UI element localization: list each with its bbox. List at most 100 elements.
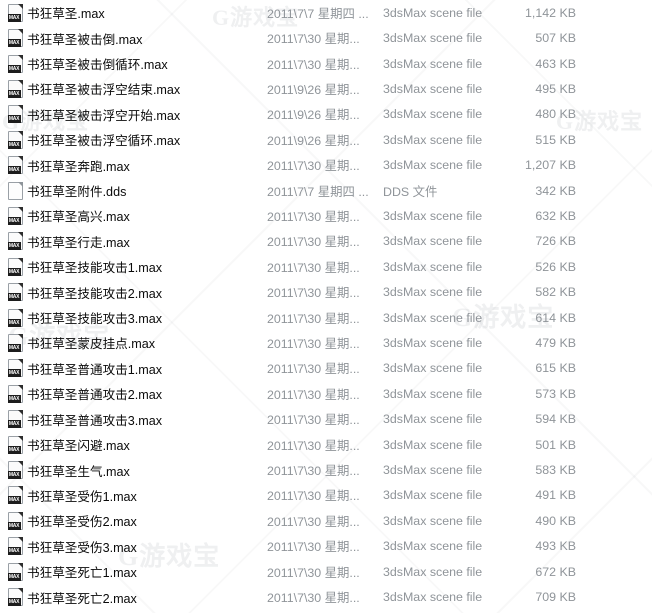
file-modified-date: 2011\7\30 星期... — [267, 565, 360, 580]
3dsmax-file-icon: MAX — [7, 156, 23, 175]
file-size: 632 KB — [535, 208, 576, 223]
file-size: 480 KB — [535, 107, 576, 122]
file-modified-date: 2011\7\30 星期... — [267, 489, 360, 504]
file-size: 583 KB — [535, 463, 576, 478]
file-icon-label: MAX — [7, 394, 21, 403]
file-row[interactable]: MAX 书狂草圣普通攻击3.max 2011\7\30 星期... 3dsMax sc… — [0, 407, 652, 432]
file-row[interactable]: MAX 书狂草圣奔跑.max 2011\7\30 星期... 3dsMax scene… — [0, 152, 652, 177]
file-icon-cell: MAX — [1, 410, 27, 429]
file-name: 书狂草圣蒙皮挂点.max — [27, 337, 156, 352]
file-icon-label: MAX — [7, 64, 21, 73]
file-name: 书狂草圣被击倒.max — [27, 32, 143, 47]
file-list[interactable]: MAX 书狂草圣.max 2011\7\7 星期四 ... 3dsMax scene … — [0, 0, 652, 613]
3dsmax-file-icon: MAX — [7, 537, 23, 556]
3dsmax-file-icon: MAX — [7, 29, 23, 48]
file-row[interactable]: MAX 书狂草圣高兴.max 2011\7\30 星期... 3dsMax scene… — [0, 203, 652, 228]
generic-file-icon — [7, 181, 23, 200]
file-size: 501 KB — [535, 437, 576, 452]
3dsmax-file-icon: MAX — [7, 308, 23, 327]
file-row[interactable]: MAX 书狂草圣受伤3.max 2011\7\30 星期... 3dsMax scen… — [0, 534, 652, 559]
file-row[interactable]: MAX 书狂草圣行走.max 2011\7\30 星期... 3dsMax scene… — [0, 229, 652, 254]
file-row[interactable]: MAX 书狂草圣普通攻击2.max 2011\7\30 星期... 3dsMax sc… — [0, 381, 652, 406]
file-icon-label: MAX — [7, 369, 21, 378]
file-size: 479 KB — [535, 335, 576, 350]
file-size: 491 KB — [535, 488, 576, 503]
file-row[interactable]: MAX 书狂草圣技能攻击3.max 2011\7\30 星期... 3dsMax sc… — [0, 305, 652, 330]
file-name: 书狂草圣受伤3.max — [27, 540, 137, 555]
file-size: 614 KB — [535, 310, 576, 325]
3dsmax-file-icon: MAX — [7, 54, 23, 73]
file-icon-cell: MAX — [1, 359, 27, 378]
file-icon-cell: MAX — [1, 130, 27, 149]
file-row[interactable]: MAX 书狂草圣死亡2.max 2011\7\30 星期... 3dsMax scen… — [0, 584, 652, 609]
file-modified-date: 2011\7\30 星期... — [267, 591, 360, 606]
file-size: 726 KB — [535, 234, 576, 249]
file-size: 672 KB — [535, 564, 576, 579]
3dsmax-file-icon: MAX — [7, 105, 23, 124]
3dsmax-file-icon: MAX — [7, 511, 23, 530]
file-modified-date: 2011\7\30 星期... — [267, 464, 360, 479]
file-row[interactable]: MAX 书狂草圣受伤1.max 2011\7\30 星期... 3dsMax scen… — [0, 483, 652, 508]
file-row[interactable]: MAX 书狂草圣生气.max 2011\7\30 星期... 3dsMax scene… — [0, 457, 652, 482]
file-row[interactable]: MAX 书狂草圣闪避.max 2011\7\30 星期... 3dsMax scene… — [0, 432, 652, 457]
file-row[interactable]: MAX 书狂草圣被击倒循环.max 2011\7\30 星期... 3dsMax sc… — [0, 51, 652, 76]
file-name: 书狂草圣奔跑.max — [27, 159, 130, 174]
file-row[interactable]: MAX 书狂草圣被击倒.max 2011\7\30 星期... 3dsMax scen… — [0, 25, 652, 50]
3dsmax-file-icon: MAX — [7, 410, 23, 429]
file-size: 573 KB — [535, 386, 576, 401]
file-icon-cell: MAX — [1, 3, 27, 22]
file-name: 书狂草圣生气.max — [27, 464, 130, 479]
file-modified-date: 2011\7\30 星期... — [267, 286, 360, 301]
3dsmax-file-icon: MAX — [7, 232, 23, 251]
file-icon-cell: MAX — [1, 308, 27, 327]
file-modified-date: 2011\7\30 星期... — [267, 57, 360, 72]
file-row[interactable]: 书狂草圣附件.dds 2011\7\7 星期四 ... DDS 文件 342 KB — [0, 178, 652, 203]
file-modified-date: 2011\7\30 星期... — [267, 514, 360, 529]
file-icon-label: MAX — [7, 572, 21, 581]
file-icon-label: MAX — [7, 445, 21, 454]
3dsmax-file-icon: MAX — [7, 333, 23, 352]
file-name: 书狂草圣技能攻击3.max — [27, 312, 163, 327]
file-row[interactable]: MAX 书狂草圣被击浮空循环.max 2011\9\26 星期... 3dsMax s… — [0, 127, 652, 152]
3dsmax-file-icon: MAX — [7, 588, 23, 607]
file-size: 342 KB — [535, 183, 576, 198]
file-modified-date: 2011\7\7 星期四 ... — [267, 6, 369, 21]
file-icon-cell: MAX — [1, 384, 27, 403]
file-size: 594 KB — [535, 412, 576, 427]
file-icon-label: MAX — [7, 598, 21, 607]
file-icon-label: MAX — [7, 166, 21, 175]
file-name: 书狂草圣死亡1.max — [27, 566, 137, 581]
file-name: 书狂草圣技能攻击2.max — [27, 286, 163, 301]
file-size: 490 KB — [535, 513, 576, 528]
file-row[interactable]: MAX 书狂草圣技能攻击1.max 2011\7\30 星期... 3dsMax sc… — [0, 254, 652, 279]
file-icon-cell: MAX — [1, 537, 27, 556]
file-icon-cell — [1, 181, 27, 200]
file-name: 书狂草圣普通攻击2.max — [27, 388, 163, 403]
file-icon-cell: MAX — [1, 79, 27, 98]
file-modified-date: 2011\7\30 星期... — [267, 209, 360, 224]
file-name: 书狂草圣高兴.max — [27, 210, 130, 225]
file-name: 书狂草圣受伤2.max — [27, 515, 137, 530]
file-modified-date: 2011\9\26 星期... — [267, 133, 360, 148]
file-icon-cell: MAX — [1, 461, 27, 480]
file-icon-label: MAX — [7, 293, 21, 302]
file-size: 495 KB — [535, 81, 576, 96]
file-row[interactable]: MAX 书狂草圣技能攻击2.max 2011\7\30 星期... 3dsMax sc… — [0, 279, 652, 304]
file-icon-cell: MAX — [1, 511, 27, 530]
file-icon-label: MAX — [7, 89, 21, 98]
file-row[interactable]: MAX 书狂草圣被击浮空结束.max 2011\9\26 星期... 3dsMax s… — [0, 76, 652, 101]
file-row[interactable]: MAX 书狂草圣被击浮空开始.max 2011\9\26 星期... 3dsMax s… — [0, 102, 652, 127]
file-row[interactable]: MAX 书狂草圣普通攻击1.max 2011\7\30 星期... 3dsMax sc… — [0, 356, 652, 381]
file-size: 526 KB — [535, 259, 576, 274]
3dsmax-file-icon: MAX — [7, 435, 23, 454]
file-modified-date: 2011\7\30 星期... — [267, 540, 360, 555]
file-icon-label: MAX — [7, 496, 21, 505]
file-icon-cell: MAX — [1, 333, 27, 352]
file-row[interactable]: MAX 书狂草圣受伤2.max 2011\7\30 星期... 3dsMax scen… — [0, 508, 652, 533]
file-name: 书狂草圣.max — [27, 7, 105, 22]
file-row[interactable]: MAX 书狂草圣.max 2011\7\7 星期四 ... 3dsMax scene … — [0, 0, 652, 25]
file-row[interactable]: MAX 书狂草圣蒙皮挂点.max 2011\7\30 星期... 3dsMax sce… — [0, 330, 652, 355]
file-size: 515 KB — [535, 132, 576, 147]
file-icon-label: MAX — [7, 420, 21, 429]
file-row[interactable]: MAX 书狂草圣死亡1.max 2011\7\30 星期... 3dsMax scen… — [0, 559, 652, 584]
